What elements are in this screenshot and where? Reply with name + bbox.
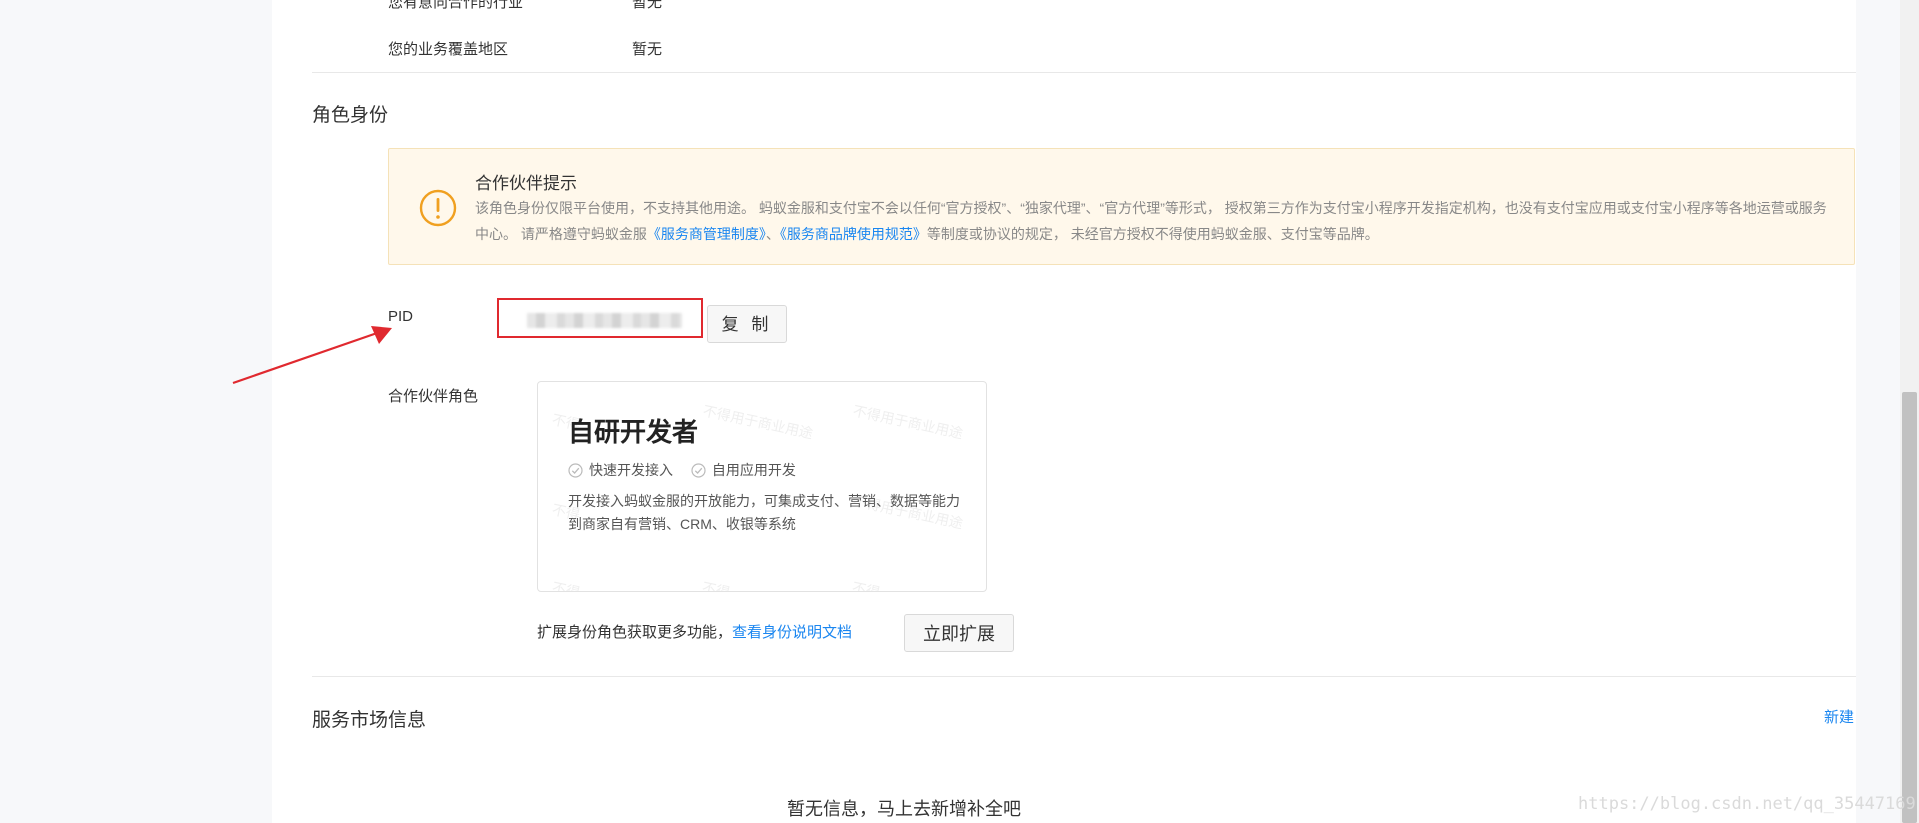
role-tag: 快速开发接入 (568, 460, 673, 480)
role-section-title: 角色身份 (312, 105, 389, 126)
partner-role-label: 合作伙伴角色 (388, 388, 479, 405)
left-gutter (0, 0, 272, 823)
role-card-self-developer[interactable]: 不得 不得用于商业用途 不得用于商业用途 不得 不得用于商业用途 不得 不得 不… (537, 381, 987, 592)
pid-value-box (497, 298, 703, 338)
card-watermark: 不得用于商业用途 (701, 402, 815, 442)
role-doc-link[interactable]: 查看身份说明文档 (732, 624, 852, 641)
notice-title: 合作伙伴提示 (475, 174, 577, 193)
right-gutter (1856, 0, 1900, 823)
warning-icon (419, 189, 457, 227)
check-circle-icon (568, 462, 583, 478)
card-watermark: 不得用于商业用途 (851, 402, 965, 442)
role-card-description: 开发接入蚂蚁金服的开放能力，可集成支付、营销、数据等能力到商家自有营销、CRM、… (568, 493, 960, 532)
expand-now-button[interactable]: 立即扩展 (904, 614, 1014, 652)
card-watermark: 不得 (850, 579, 882, 592)
partner-notice: 合作伙伴提示 该角色身份仅限平台使用，不支持其他用途。 蚂蚁金服和支付宝不会以任… (388, 148, 1855, 265)
url-watermark: https://blog.csdn.net/qq_35447169 (1578, 794, 1916, 814)
card-watermark: 不得 (700, 579, 732, 592)
new-link[interactable]: 新建 (1824, 706, 1854, 727)
divider (312, 676, 1856, 677)
card-watermark: 不得 (550, 579, 582, 592)
copy-button[interactable]: 复 制 (707, 305, 787, 343)
empty-state-text: 暂无信息，马上去新增补全吧 (787, 799, 1021, 819)
industry-label: 您有意向合作的行业 (388, 0, 524, 11)
scrollbar-thumb[interactable] (1902, 392, 1917, 823)
divider (312, 72, 1856, 73)
expand-hint: 扩展身份角色获取更多功能，查看身份说明文档 (537, 624, 853, 641)
brand-usage-policy-link[interactable]: 《服务商品牌使用规范》 (780, 226, 927, 242)
check-circle-icon (691, 462, 706, 478)
notice-text: 该角色身份仅限平台使用，不支持其他用途。 蚂蚁金服和支付宝不会以任何“官方授权”… (475, 200, 1827, 242)
role-card-tags: 快速开发接入 自用应用开发 (568, 460, 810, 481)
industry-value: 暂无 (632, 0, 663, 11)
role-tag: 自用应用开发 (691, 460, 796, 480)
region-label: 您的业务覆盖地区 (388, 41, 509, 58)
market-section-title: 服务市场信息 (312, 710, 427, 731)
service-provider-policy-link[interactable]: 《服务商管理制度》 (647, 226, 766, 242)
annotation-arrow (232, 326, 392, 385)
region-value: 暂无 (632, 41, 663, 58)
role-card-title: 自研开发者 (568, 417, 699, 447)
pid-value-redacted (527, 313, 682, 328)
